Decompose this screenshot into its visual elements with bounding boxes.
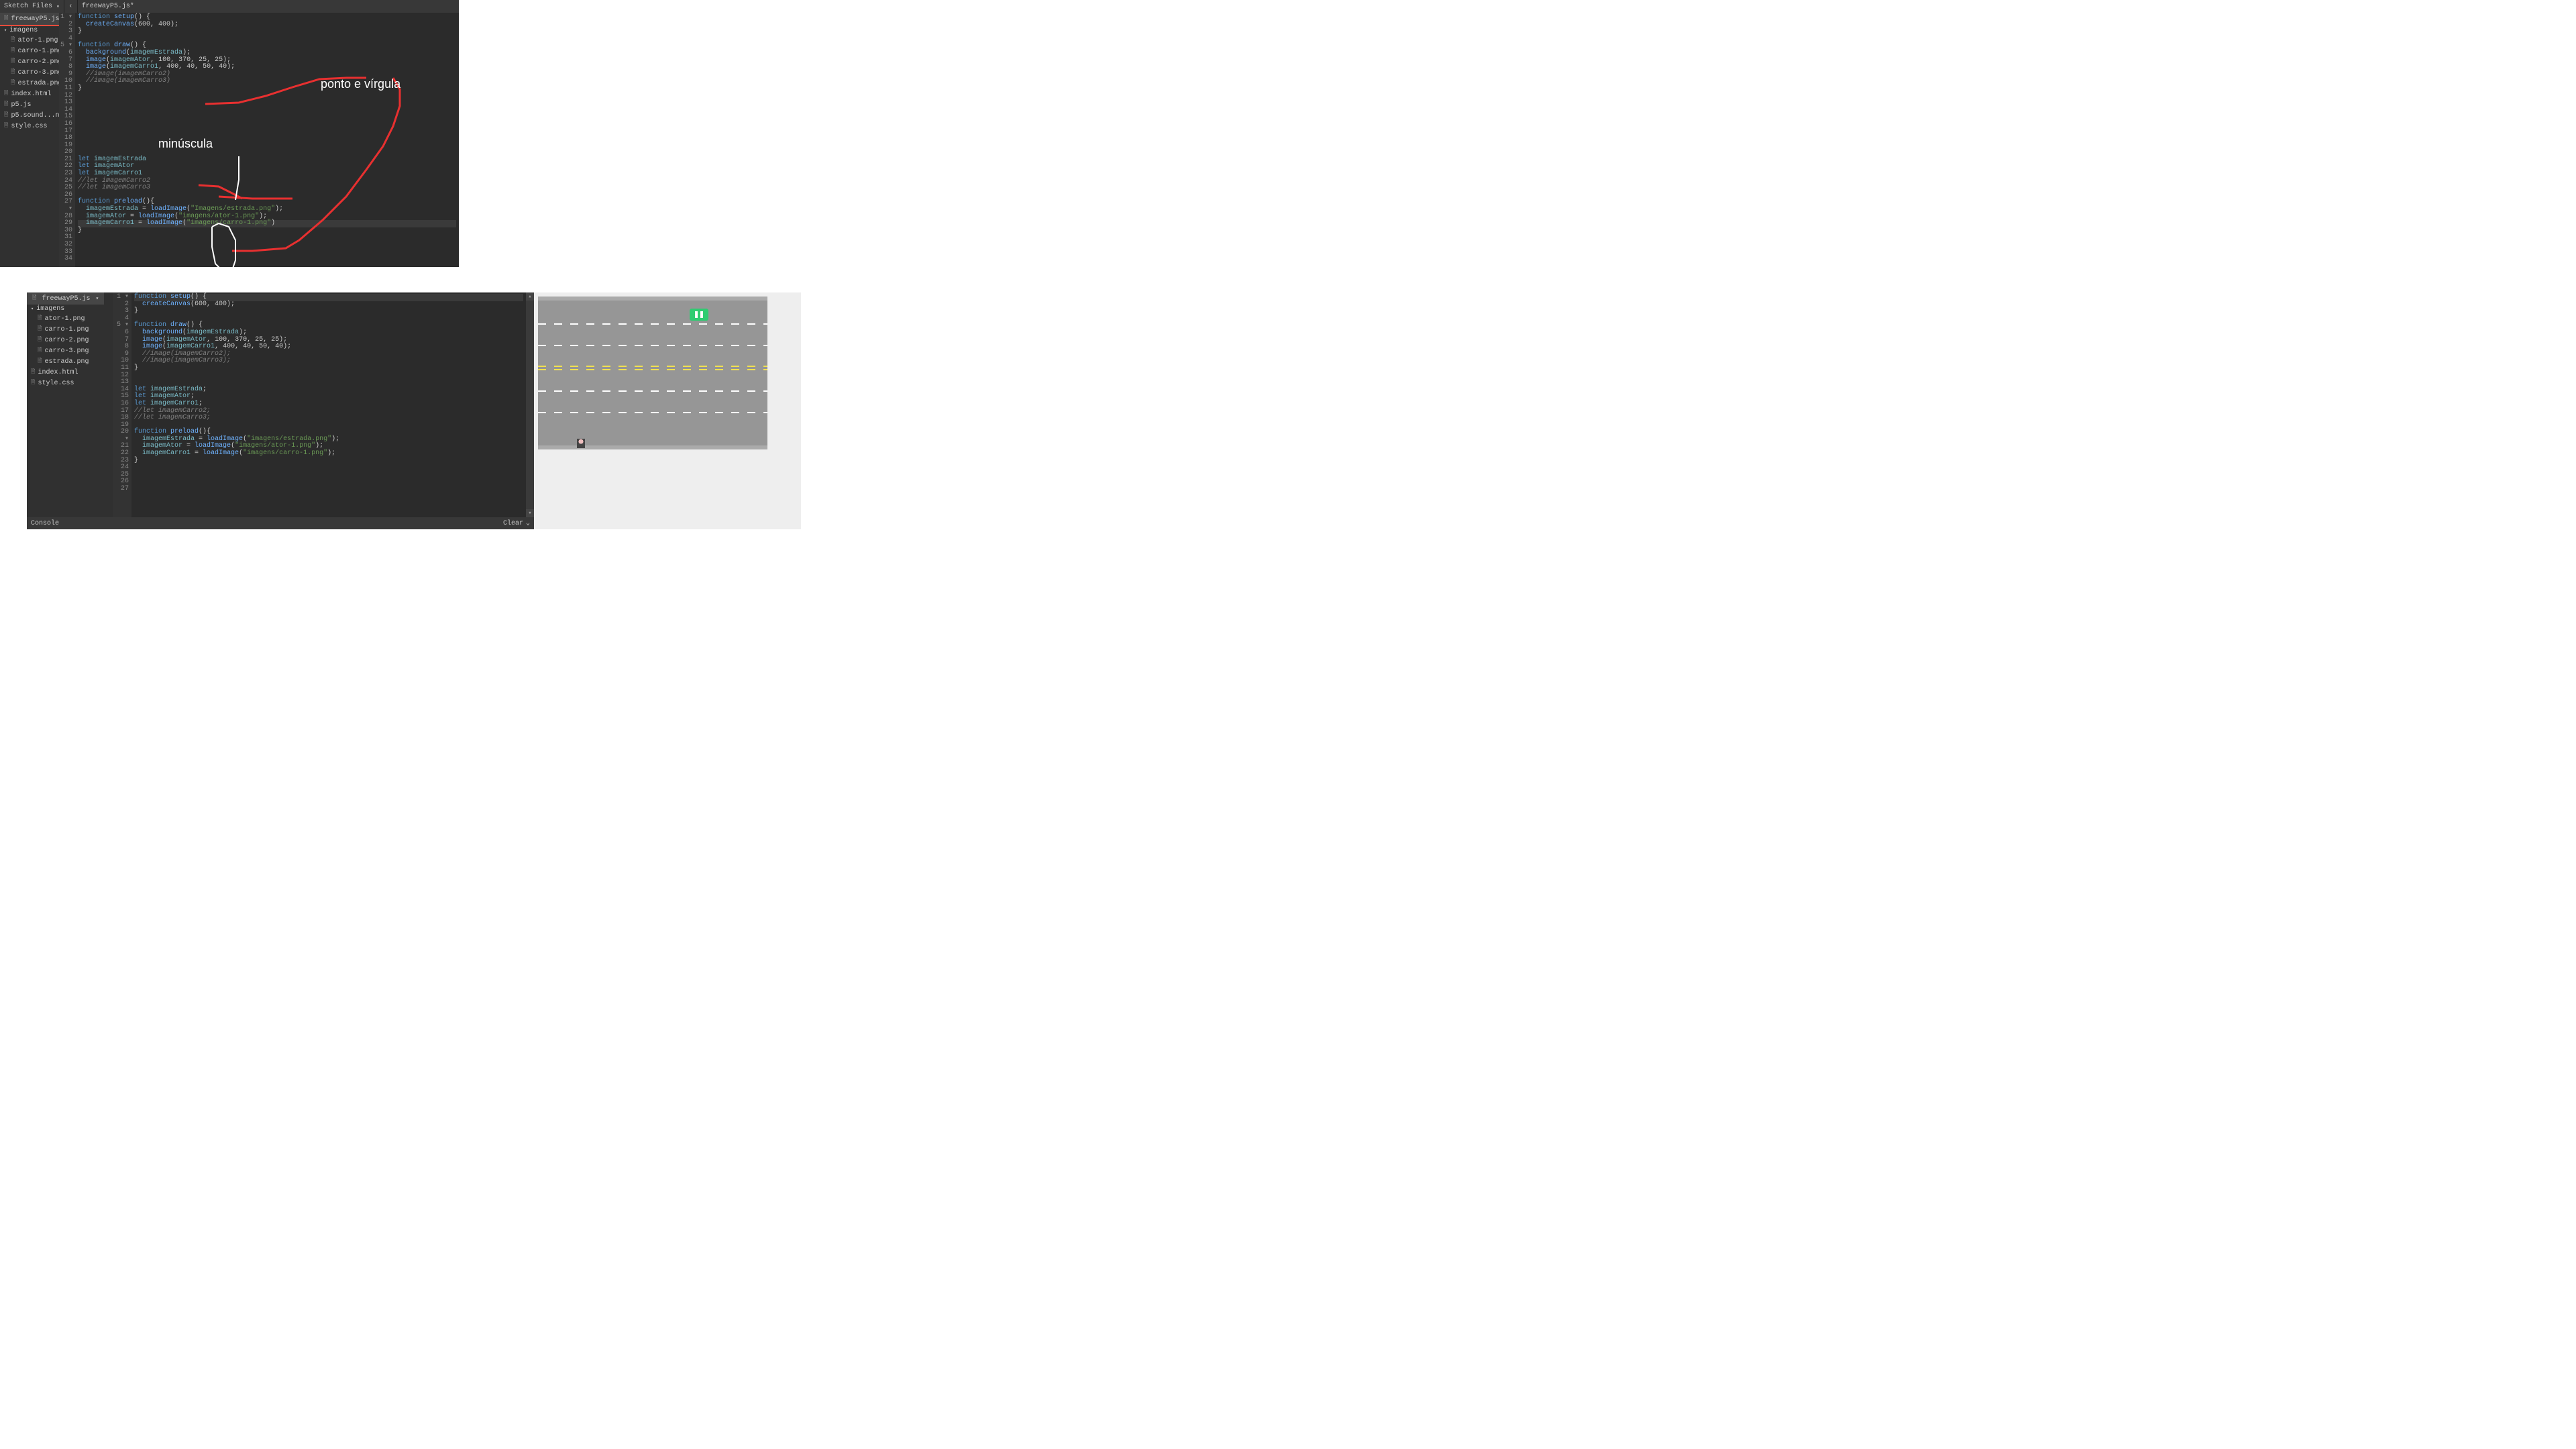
line-gutter: 1 ▾2345 ▾67891011121314151617181920 ▾212… [113, 292, 131, 517]
bottom-editor: 🗎 freewayP5.js ▾ ▾ imagens 🗎ator-1.png🗎c… [27, 292, 801, 529]
file-icon: 🗎 [4, 14, 8, 23]
file-item[interactable]: 🗎ator-1.png [0, 35, 59, 46]
lane-marking [538, 412, 767, 413]
file-tree-sidebar: 🗎 freewayP5.js ▾ ▾ imagens 🗎ator-1.png🗎c… [27, 292, 113, 517]
file-item[interactable]: 🗎estrada.png [0, 78, 59, 89]
active-file-tab[interactable]: 🗎 freewayP5.js × [0, 13, 59, 26]
file-icon: 🗎 [11, 36, 15, 45]
file-icon: 🗎 [4, 111, 8, 120]
file-label: carro-2.png [44, 337, 89, 344]
file-tab[interactable]: 🗎 freewayP5.js ▾ [27, 292, 104, 305]
code-editor[interactable]: 1 ▾2345 ▾67891011121314151617181920 ▾212… [113, 292, 526, 517]
file-label: carro-1.png [17, 48, 62, 55]
file-item[interactable]: 🗎index.html [0, 89, 59, 99]
folder-label: imagens [9, 27, 38, 34]
bottom-left-pane: 🗎 freewayP5.js ▾ ▾ imagens 🗎ator-1.png🗎c… [27, 292, 534, 529]
file-icon: 🗎 [4, 121, 8, 131]
file-label: carro-3.png [17, 69, 62, 76]
file-icon: 🗎 [11, 57, 15, 66]
top-menubar: Sketch Files ▾ ‹ freewayP5.js* [0, 0, 459, 13]
file-item[interactable]: 🗎index.html [27, 367, 113, 378]
file-label: index.html [11, 91, 51, 98]
file-icon: 🗎 [38, 357, 42, 366]
dropdown-arrow-icon: ▾ [56, 3, 60, 10]
file-label: index.html [38, 369, 78, 376]
scroll-up-icon[interactable]: ▴ [526, 292, 534, 301]
file-item[interactable]: 🗎p5.sound...n.js [0, 110, 59, 121]
file-label: carro-1.png [44, 326, 89, 333]
file-item[interactable]: 🗎ator-1.png [27, 313, 113, 324]
file-label: carro-2.png [17, 58, 62, 66]
code-editor[interactable]: 1 ▾2345 ▾6789101112131415161718192021222… [59, 13, 459, 267]
file-icon: 🗎 [31, 368, 35, 377]
scroll-down-icon[interactable]: ▾ [526, 509, 534, 517]
console-clear-button[interactable]: Clear ⌄ [503, 519, 530, 527]
game-canvas [538, 297, 767, 449]
file-item[interactable]: 🗎carro-2.png [0, 56, 59, 67]
road-edge-top [538, 297, 767, 301]
center-line [538, 366, 767, 367]
console-bar: Console Clear ⌄ [27, 517, 534, 529]
chevron-left-icon: ‹ [68, 3, 72, 10]
road-edge-bottom [538, 445, 767, 449]
center-line [538, 369, 767, 370]
dropdown-arrow-icon[interactable]: ▾ [95, 295, 99, 302]
file-icon: 🗎 [4, 100, 8, 109]
file-icon: 🗎 [38, 335, 42, 345]
file-icon: 🗎 [32, 294, 36, 303]
file-label: ator-1.png [17, 37, 58, 44]
folder-imagens[interactable]: ▾ imagens [0, 26, 59, 35]
active-file-label: freewayP5.js [11, 15, 59, 23]
file-item[interactable]: 🗎carro-3.png [0, 67, 59, 78]
code-content[interactable]: function setup() { createCanvas(600, 400… [131, 292, 526, 517]
file-icon: 🗎 [4, 89, 8, 99]
file-item[interactable]: 🗎style.css [27, 378, 113, 388]
lane-marking [538, 345, 767, 346]
car-sprite [690, 309, 708, 321]
file-icon: 🗎 [11, 78, 15, 88]
file-icon: 🗎 [31, 378, 35, 388]
file-tab-label: freewayP5.js [42, 295, 90, 303]
code-content[interactable]: function setup() { createCanvas(600, 400… [75, 13, 459, 267]
folder-imagens[interactable]: ▾ imagens [27, 305, 113, 313]
file-item[interactable]: 🗎carro-1.png [0, 46, 59, 56]
file-label: p5.js [11, 101, 31, 109]
file-icon: 🗎 [38, 314, 42, 323]
file-icon: 🗎 [38, 346, 42, 356]
file-icon: 🗎 [11, 68, 15, 77]
file-label: carro-3.png [44, 347, 89, 355]
file-icon: 🗎 [38, 325, 42, 334]
chevron-down-icon: ▾ [31, 306, 34, 312]
sketch-files-label: Sketch Files [4, 3, 52, 10]
back-button[interactable]: ‹ [64, 0, 78, 13]
file-item[interactable]: 🗎carro-3.png [27, 345, 113, 356]
console-label: Console [31, 520, 59, 527]
file-icon: 🗎 [11, 46, 15, 56]
chevron-down-icon: ⌄ [526, 519, 530, 527]
file-label: estrada.png [17, 80, 62, 87]
lane-marking [538, 323, 767, 325]
file-item[interactable]: 🗎carro-1.png [27, 324, 113, 335]
top-editor: Sketch Files ▾ ‹ freewayP5.js* 🗎 freeway… [0, 0, 459, 267]
file-item[interactable]: 🗎carro-2.png [27, 335, 113, 345]
preview-panel [534, 292, 801, 529]
file-label: ator-1.png [44, 315, 85, 323]
actor-sprite [577, 439, 585, 448]
lane-marking [538, 390, 767, 392]
file-item[interactable]: 🗎p5.js [0, 99, 59, 110]
file-item[interactable]: 🗎style.css [0, 121, 59, 131]
chevron-down-icon: ▾ [4, 28, 7, 34]
file-label: style.css [11, 123, 47, 130]
file-label: style.css [38, 380, 74, 387]
clear-label: Clear [503, 520, 523, 527]
file-tree-sidebar: 🗎 freewayP5.js × ▾ imagens 🗎ator-1.png🗎c… [0, 13, 59, 267]
file-title: freewayP5.js* [78, 3, 138, 10]
folder-label: imagens [36, 305, 64, 313]
file-item[interactable]: 🗎estrada.png [27, 356, 113, 367]
vertical-scrollbar[interactable]: ▴ ▾ [526, 292, 534, 517]
sketch-files-dropdown[interactable]: Sketch Files ▾ [0, 0, 64, 13]
line-gutter: 1 ▾2345 ▾6789101112131415161718192021222… [59, 13, 75, 267]
file-label: estrada.png [44, 358, 89, 366]
